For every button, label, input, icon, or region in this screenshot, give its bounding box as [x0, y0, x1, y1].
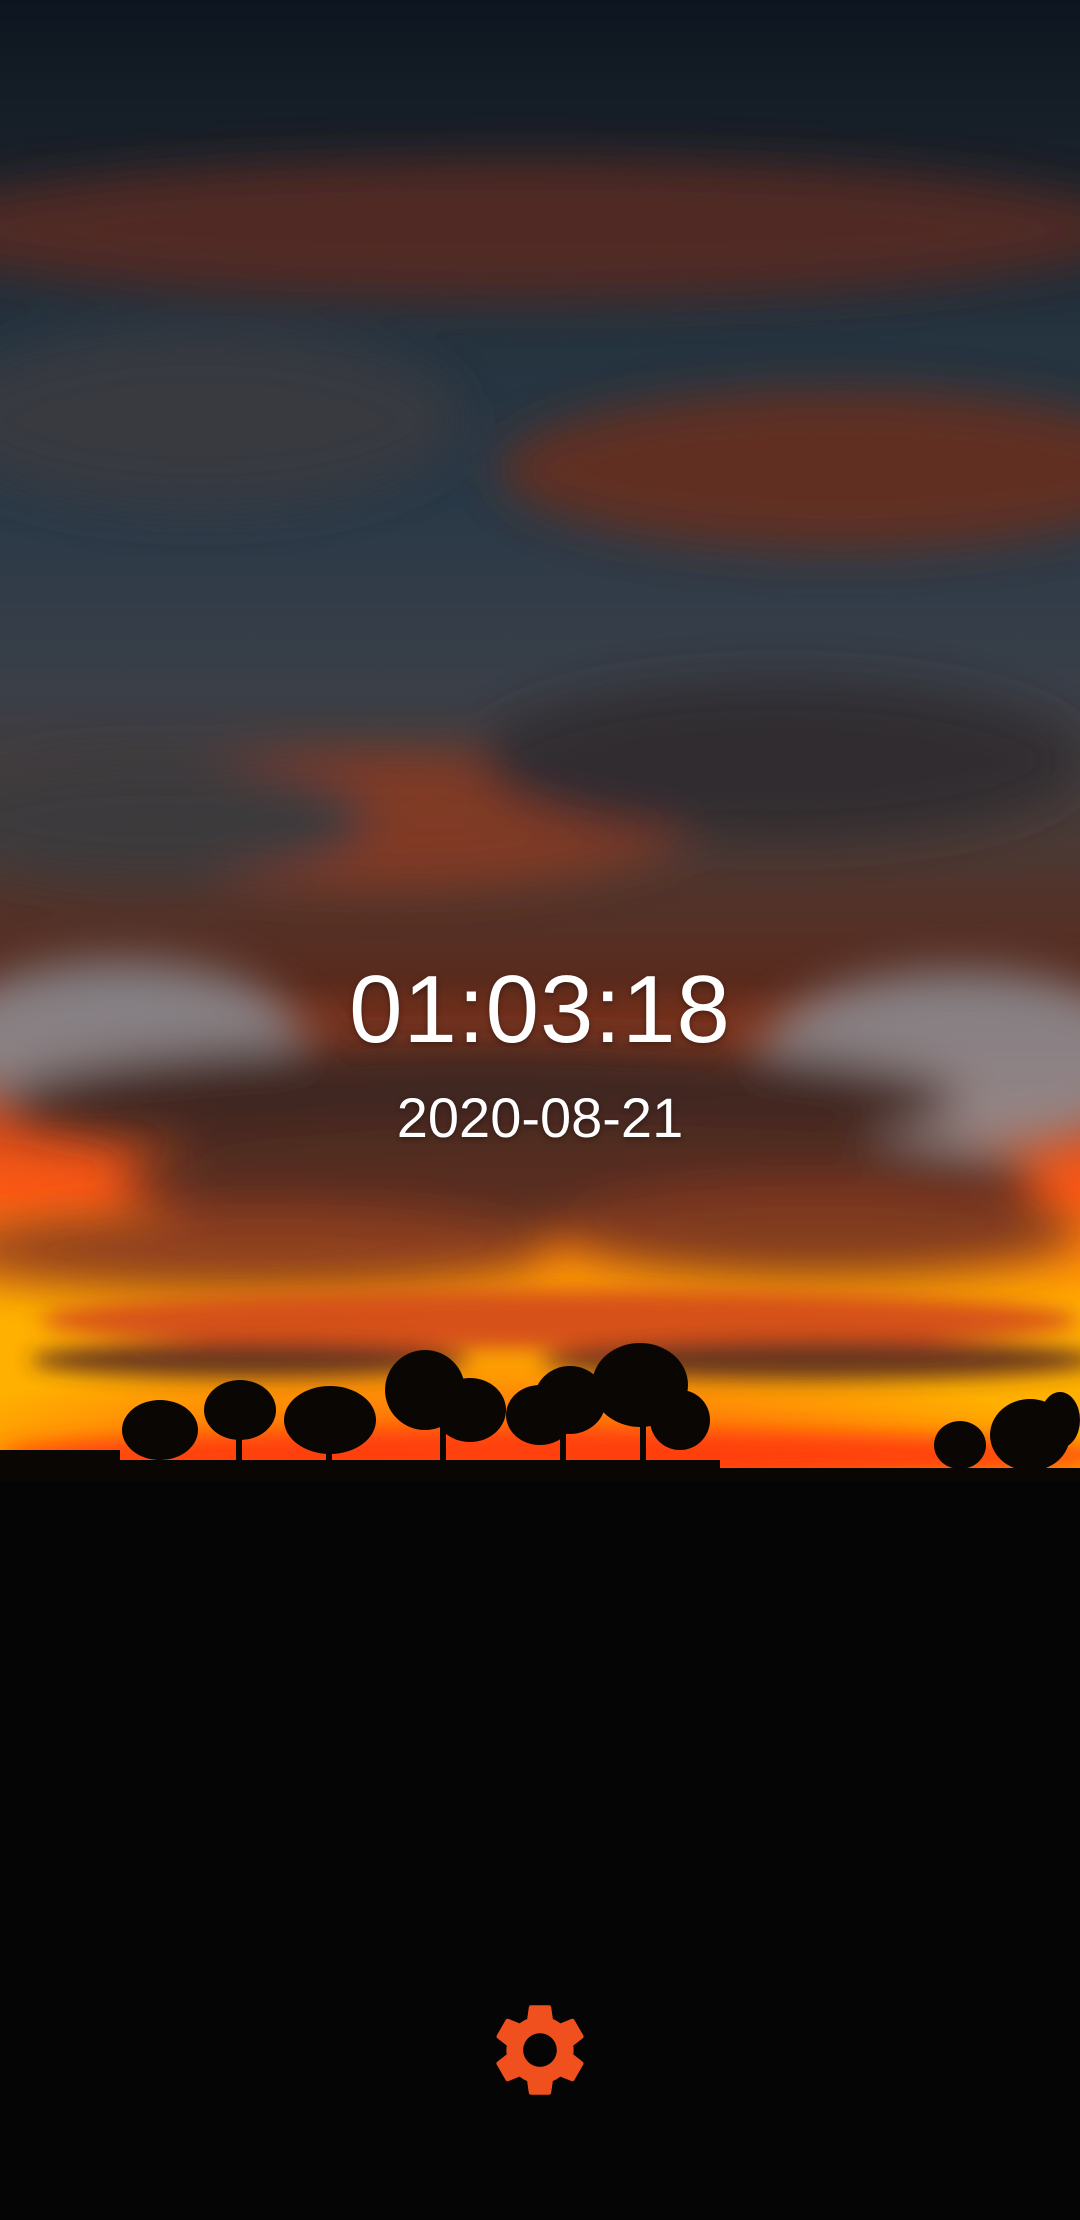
- clock-date: 2020-08-21: [396, 1086, 684, 1149]
- settings-button[interactable]: [480, 1990, 600, 2110]
- lock-screen: 01:03:18 2020-08-21: [0, 0, 1080, 2220]
- gear-icon: [496, 2005, 584, 2095]
- clock-time: 01:03:18: [349, 956, 731, 1063]
- clock-block: 01:03:18 2020-08-21: [0, 950, 1080, 1158]
